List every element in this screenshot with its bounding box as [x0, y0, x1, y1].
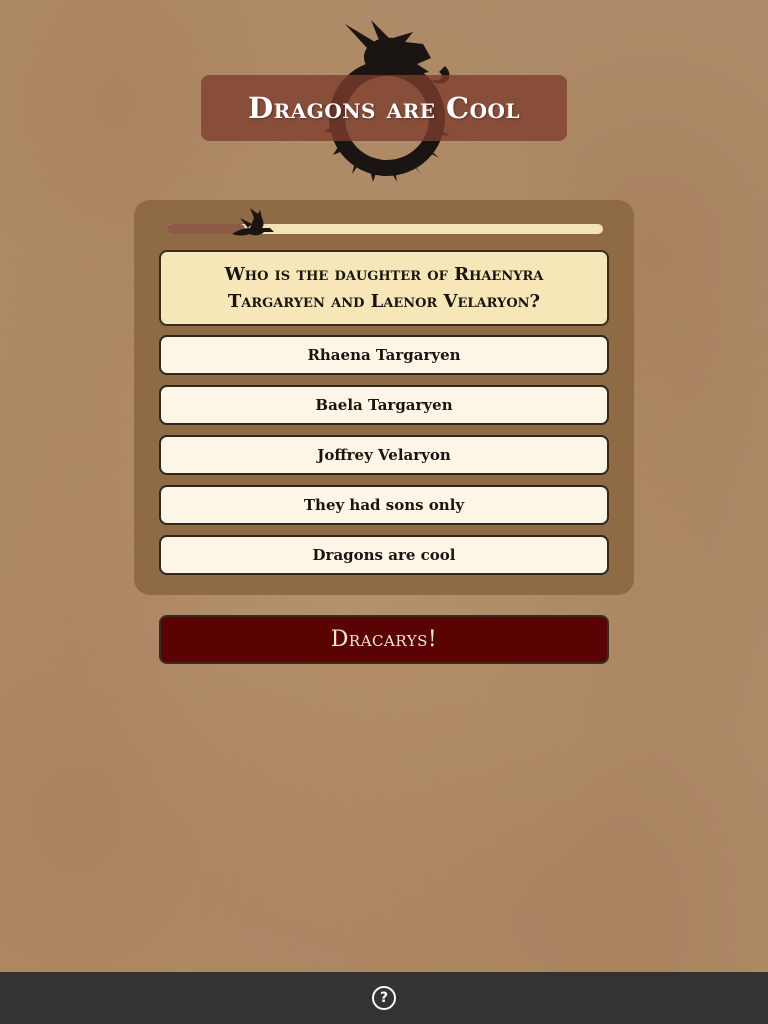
help-glyph: ? — [379, 990, 389, 1006]
answer-option-3[interactable]: Joffrey Velaryon — [159, 435, 609, 475]
answer-label: Rhaena Targaryen — [307, 346, 461, 364]
answer-option-5[interactable]: Dragons are cool — [159, 535, 609, 575]
answer-label: Baela Targaryen — [315, 396, 453, 414]
help-icon[interactable]: ? — [372, 986, 396, 1010]
answer-option-2[interactable]: Baela Targaryen — [159, 385, 609, 425]
bottom-bar: ? — [0, 972, 768, 1024]
question-text: Who is the daughter of Rhaenyra Targarye… — [224, 264, 544, 312]
answer-option-4[interactable]: They had sons only — [159, 485, 609, 525]
question-box: Who is the daughter of Rhaenyra Targarye… — [159, 250, 609, 326]
flying-dragon-icon — [232, 208, 274, 236]
header: Dragons are Cool — [0, 0, 768, 190]
quiz-card: Who is the daughter of Rhaenyra Targarye… — [134, 200, 634, 595]
title-banner: Dragons are Cool — [201, 75, 567, 141]
answer-label: They had sons only — [303, 496, 465, 514]
submit-button[interactable]: Dracarys! — [159, 615, 609, 664]
answer-option-1[interactable]: Rhaena Targaryen — [159, 335, 609, 375]
page-title: Dragons are Cool — [247, 91, 521, 125]
answer-label: Dragons are cool — [312, 546, 456, 564]
answer-label: Joffrey Velaryon — [317, 446, 451, 464]
submit-label: Dracarys! — [330, 627, 438, 652]
